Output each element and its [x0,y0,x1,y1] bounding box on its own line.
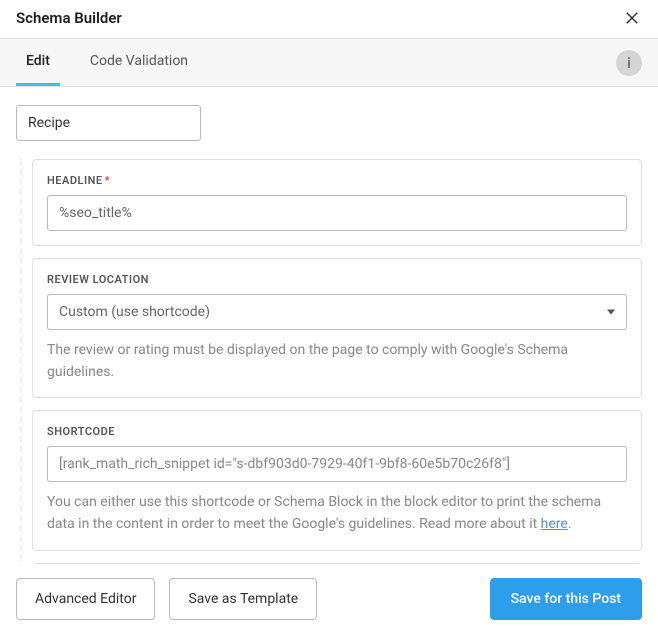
shortcode-label: SHORTCODE [47,425,627,438]
save-template-button[interactable]: Save as Template [169,578,317,620]
review-location-select[interactable]: Custom (use shortcode) [47,294,627,330]
help-icon[interactable]: i [616,50,642,76]
close-icon[interactable] [622,8,642,28]
modal-title: Schema Builder [16,9,122,27]
save-post-button[interactable]: Save for this Post [490,578,642,620]
advanced-editor-button[interactable]: Advanced Editor [16,578,155,620]
section-review-location: REVIEW LOCATION Custom (use shortcode) T… [32,258,642,398]
section-headline: HEADLINE* [32,159,642,246]
shortcode-help-link[interactable]: here [541,516,568,532]
shortcode-note: You can either use this shortcode or Sch… [47,492,627,535]
schema-type-input[interactable] [16,105,201,141]
tab-edit[interactable]: Edit [16,39,60,86]
section-shortcode: SHORTCODE You can either use this shortc… [32,410,642,550]
headline-input[interactable] [47,195,627,231]
review-location-note: The review or rating must be displayed o… [47,340,627,383]
headline-label: HEADLINE* [47,174,627,187]
review-location-label: REVIEW LOCATION [47,273,627,286]
tab-code-validation[interactable]: Code Validation [80,39,198,86]
shortcode-input[interactable] [47,446,627,482]
